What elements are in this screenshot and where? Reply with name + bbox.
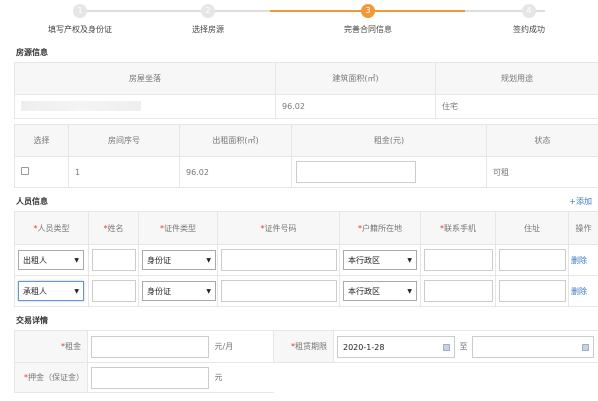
person-section-title: 人员信息 — [16, 197, 48, 206]
rent-unit: 元/月 — [214, 342, 234, 351]
col-person-type: *人员类型 — [14, 211, 89, 245]
delete-button[interactable]: 删除 — [571, 256, 587, 265]
add-person-button[interactable]: +添加 — [569, 196, 592, 207]
col-location: 房屋坐落 — [14, 62, 276, 95]
step-3-label: 完善合同信息 — [344, 25, 392, 34]
calendar-icon[interactable] — [582, 343, 590, 351]
period-start-input[interactable]: 2020-1-28 — [337, 335, 455, 358]
step-3-dot: 3 — [361, 4, 375, 18]
col-building-area: 建筑面积(㎡) — [275, 62, 436, 95]
address-input[interactable] — [499, 249, 566, 271]
redacted-address — [21, 100, 141, 111]
house-usage: 住宅 — [435, 94, 598, 119]
rent-input[interactable] — [91, 335, 209, 358]
id-number-input[interactable] — [221, 249, 337, 271]
step-2-label: 选择房源 — [192, 25, 224, 34]
progress-stepper: 1 2 3 4 填写产权及身份证 选择房源 完善合同信息 签约成功 — [0, 0, 598, 38]
col-action: 操作 — [568, 211, 598, 245]
room-table: 选择 房间序号 出租面积(㎡) 租金(元) 状态 1 96.02 可租 — [14, 124, 598, 188]
person-type-select[interactable]: 承租人 ▼ — [18, 281, 84, 301]
house-table: 房屋坐落 建筑面积(㎡) 规划用途 96.02 住宅 — [14, 62, 598, 119]
col-name: *姓名 — [88, 211, 139, 245]
col-rent-area: 出租面积(㎡) — [179, 124, 292, 157]
period-cell: 2020-1-28 至 — [333, 330, 598, 363]
col-status: 状态 — [486, 124, 598, 157]
col-id-number: *证件号码 — [217, 211, 340, 245]
col-id-type: *证件类型 — [138, 211, 218, 245]
step-4-label: 签约成功 — [513, 25, 545, 34]
step-connector — [80, 10, 210, 12]
room-checkbox[interactable] — [21, 167, 29, 175]
house-area: 96.02 — [275, 94, 436, 119]
person-type-select[interactable]: 出租人 ▼ — [18, 250, 84, 270]
deposit-input[interactable] — [91, 366, 209, 389]
house-section-title: 房源信息 — [16, 48, 48, 57]
dropdown-arrow-icon: ▼ — [407, 287, 412, 295]
phone-input[interactable] — [424, 249, 493, 271]
rent-label: *租金 — [14, 330, 88, 363]
address-input[interactable] — [499, 280, 566, 302]
col-select: 选择 — [14, 124, 69, 157]
col-usage: 规划用途 — [435, 62, 598, 95]
domicile-select[interactable]: 本行政区 ▼ — [343, 250, 417, 270]
step-1-dot: 1 — [73, 4, 87, 18]
person-row: 承租人 ▼ 身份证 ▼ 本行政区 ▼ 删除 — [14, 275, 598, 307]
id-number-input[interactable] — [221, 280, 337, 302]
deal-section-title: 交易详情 — [16, 316, 48, 325]
name-input[interactable] — [92, 249, 136, 271]
dropdown-arrow-icon: ▼ — [206, 287, 211, 295]
delete-button[interactable]: 删除 — [571, 287, 587, 296]
name-input[interactable] — [92, 280, 136, 302]
col-rent: 租金(元) — [291, 124, 487, 157]
period-end-input[interactable] — [472, 335, 595, 358]
room-index: 1 — [68, 156, 180, 188]
room-select-cell — [14, 156, 69, 188]
dropdown-arrow-icon: ▼ — [407, 256, 412, 264]
deposit-label: *押金（保证金） — [14, 362, 88, 393]
deal-table: *租金 元/月 *租赁期限 2020-1-28 至 *押金（保证金） 元 — [14, 330, 598, 393]
id-type-select[interactable]: 身份证 ▼ — [142, 250, 216, 270]
period-label: *租赁期限 — [273, 330, 334, 363]
phone-input[interactable] — [424, 280, 493, 302]
dropdown-arrow-icon: ▼ — [74, 256, 79, 264]
step-2-dot: 2 — [201, 4, 215, 18]
house-location — [14, 94, 276, 119]
col-domicile: *户籍所在地 — [339, 211, 421, 245]
step-connector — [210, 10, 270, 12]
calendar-icon[interactable] — [443, 343, 450, 351]
col-address: 住址 — [495, 211, 569, 245]
room-status: 可租 — [486, 156, 598, 188]
person-table: *人员类型 *姓名 *证件类型 *证件号码 *户籍所在地 *联系手机 住址 操作… — [14, 211, 598, 307]
id-type-select[interactable]: 身份证 ▼ — [142, 281, 216, 301]
deposit-unit: 元 — [214, 373, 223, 382]
col-room-index: 房间序号 — [68, 124, 180, 157]
period-to-label: 至 — [459, 342, 468, 351]
step-1-label: 填写产权及身份证 — [48, 25, 112, 34]
dropdown-arrow-icon: ▼ — [206, 256, 211, 264]
person-row: 出租人 ▼ 身份证 ▼ 本行政区 ▼ 删除 — [14, 244, 598, 276]
rent-cell: 元/月 — [87, 330, 274, 363]
room-rent-input[interactable] — [296, 161, 416, 183]
dropdown-arrow-icon: ▼ — [74, 287, 79, 295]
room-area: 96.02 — [179, 156, 292, 188]
step-4-dot: 4 — [522, 4, 536, 18]
room-rent-cell — [291, 156, 487, 188]
deposit-cell: 元 — [87, 362, 274, 393]
domicile-select[interactable]: 本行政区 ▼ — [343, 281, 417, 301]
col-phone: *联系手机 — [420, 211, 496, 245]
